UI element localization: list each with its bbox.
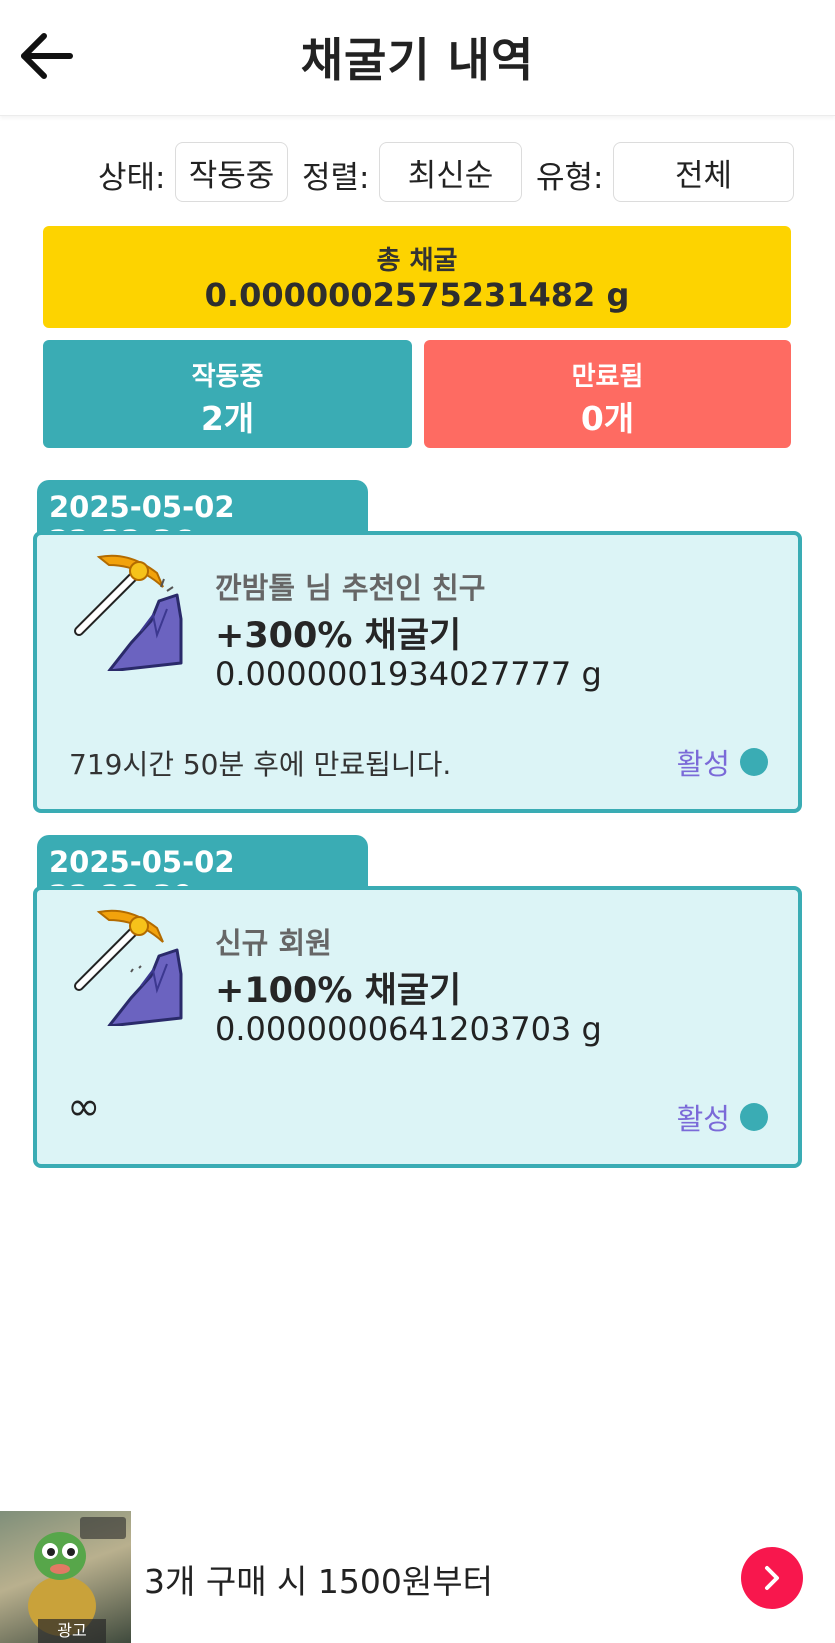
miner-expiry: 719시간 50분 후에 만료됩니다. bbox=[69, 748, 452, 781]
expired-count: 0개 bbox=[580, 399, 635, 438]
ad-badge: 광고 bbox=[38, 1619, 106, 1643]
type-filter-label: 유형: bbox=[536, 160, 604, 196]
miner-name: +300% 채굴기 bbox=[215, 616, 462, 656]
pickaxe-rock-icon bbox=[69, 906, 189, 1028]
miner-source: 신규 회원 bbox=[215, 926, 332, 960]
ad-thumbnail[interactable]: 광고 bbox=[0, 1511, 131, 1643]
miner-date-tag: 2025-05-02 22:22:36 bbox=[37, 480, 368, 558]
total-mined-label: 총 채굴 bbox=[376, 246, 458, 276]
status-filter-label: 상태: bbox=[98, 160, 166, 196]
status-filter-select[interactable]: 작동중 bbox=[175, 142, 288, 202]
miner-name: +100% 채굴기 bbox=[215, 971, 462, 1011]
miner-amount: 0.0000001934027777 g bbox=[215, 655, 602, 693]
status-text: 활성 bbox=[676, 1102, 730, 1136]
sort-filter-label: 정렬: bbox=[302, 160, 370, 196]
miner-card[interactable]: 깐밤톨 님 추천인 친구 +300% 채굴기 0.000000193402777… bbox=[33, 531, 802, 813]
miner-source: 깐밤톨 님 추천인 친구 bbox=[215, 571, 486, 605]
active-count-card[interactable]: 작동중 2개 bbox=[43, 340, 412, 448]
app-header: 채굴기 내역 bbox=[0, 0, 835, 116]
miner-amount: 0.0000000641203703 g bbox=[215, 1010, 602, 1048]
active-label: 작동중 bbox=[191, 362, 264, 392]
active-count: 2개 bbox=[200, 399, 255, 438]
filter-bar: 상태: 작동중 정렬: 최신순 유형: 전체 bbox=[0, 142, 835, 204]
miner-date-tag: 2025-05-02 22:22:39 bbox=[37, 835, 368, 913]
sort-filter-select[interactable]: 최신순 bbox=[379, 142, 522, 202]
ad-banner[interactable]: 광고 3개 구매 시 1500원부터 bbox=[0, 1511, 835, 1643]
expired-count-card[interactable]: 만료됨 0개 bbox=[424, 340, 791, 448]
page-title: 채굴기 내역 bbox=[300, 33, 535, 87]
chevron-right-icon bbox=[765, 1566, 779, 1590]
total-mined-card: 총 채굴 0.0000002575231482 g bbox=[43, 226, 791, 328]
pickaxe-rock-icon bbox=[69, 551, 189, 673]
miner-card[interactable]: 신규 회원 +100% 채굴기 0.0000000641203703 g ∞ 활… bbox=[33, 886, 802, 1168]
miner-status: 활성 bbox=[677, 1096, 768, 1138]
expired-label: 만료됨 bbox=[571, 362, 644, 392]
ad-go-button[interactable] bbox=[741, 1547, 803, 1609]
status-text: 활성 bbox=[676, 747, 730, 781]
total-mined-value: 0.0000002575231482 g bbox=[204, 276, 630, 314]
ad-text[interactable]: 3개 구매 시 1500원부터 bbox=[144, 1555, 493, 1603]
active-dot-icon bbox=[740, 748, 768, 776]
miner-expiry-infinite: ∞ bbox=[67, 1084, 101, 1130]
miner-status: 활성 bbox=[677, 741, 768, 783]
type-filter-select[interactable]: 전체 bbox=[613, 142, 794, 202]
active-dot-icon bbox=[740, 1103, 768, 1131]
